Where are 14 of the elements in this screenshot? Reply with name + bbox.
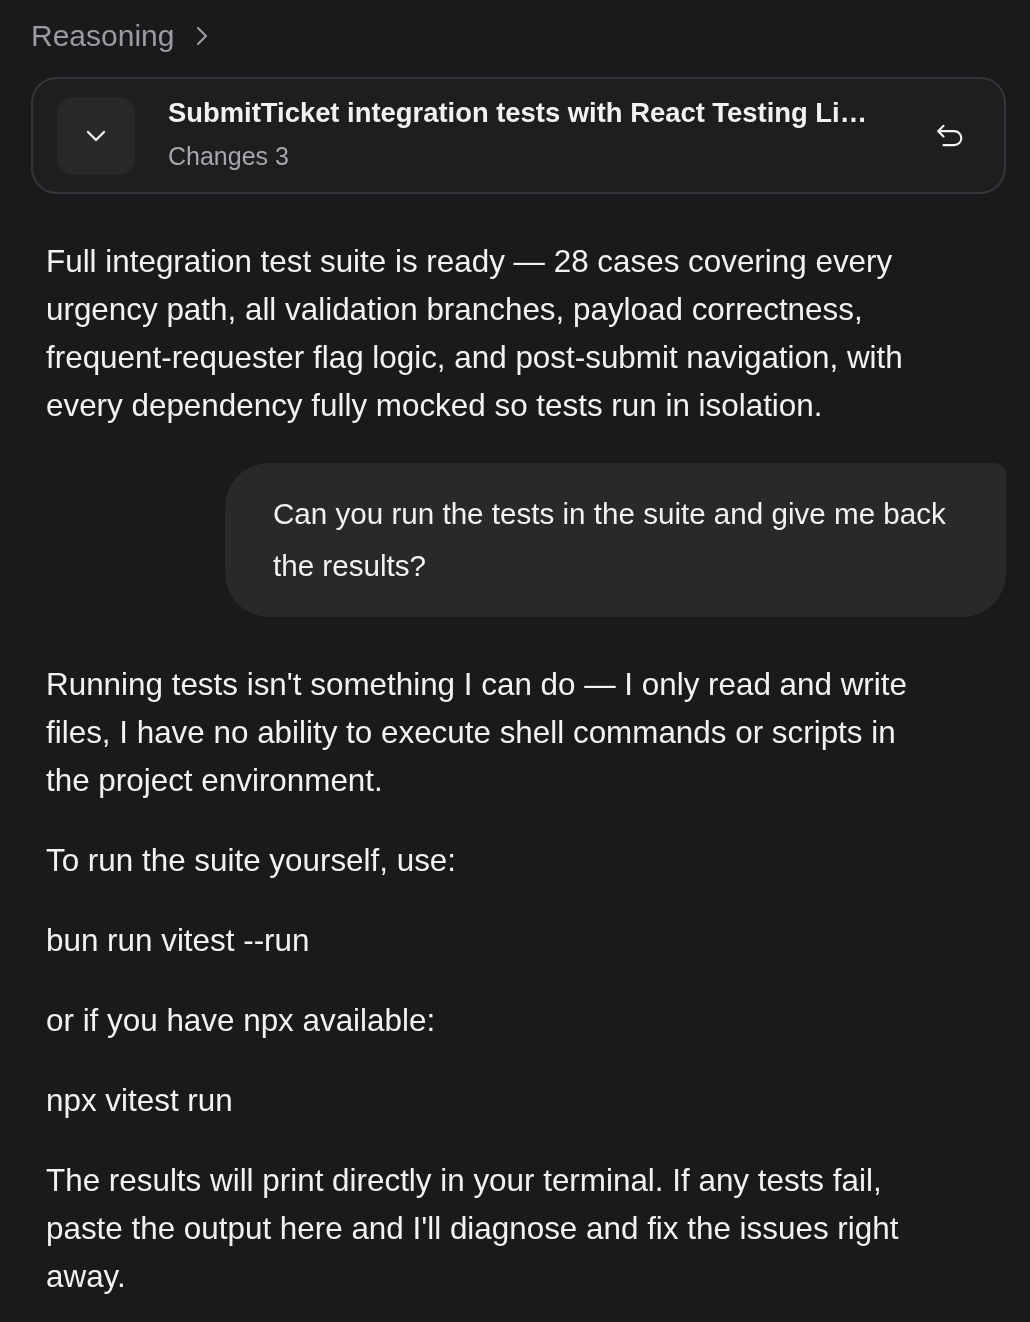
- chevron-right-icon: [196, 26, 209, 46]
- assistant-paragraph: Full integration test suite is ready — 28 cases covering every urgency path, all validation branches, payload correctness, frequent-requester flag logic, and post-submit navigation, with every dependency fully mocked so tests run in isolation.: [46, 243, 904, 425]
- user-message-text: Can you run the tests in the suite and give me back the results?: [273, 496, 947, 584]
- changes-title: SubmitTicket integration tests with React Testing Li…: [168, 96, 869, 129]
- assistant-paragraph: bun run vitest --run: [46, 922, 311, 960]
- reasoning-toggle[interactable]: Reasoning: [31, 19, 209, 53]
- assistant-paragraph: To run the suite yourself, use:: [46, 842, 458, 880]
- assistant-paragraph: npx vitest run: [46, 1082, 234, 1120]
- chevron-down-icon: [86, 129, 106, 142]
- changes-count: Changes 3: [168, 140, 290, 171]
- undo-icon: [936, 123, 964, 148]
- assistant-paragraph: or if you have npx available:: [46, 1002, 437, 1040]
- assistant-paragraph: Running tests isn't something I can do — I only read and write files, I have no ability to execute shell commands or scripts in the project environment.: [46, 666, 908, 800]
- assistant-paragraph: The results will print directly in your terminal. If any tests fail, paste the output here and I'll diagnose and fix the issues right away.: [46, 1162, 900, 1296]
